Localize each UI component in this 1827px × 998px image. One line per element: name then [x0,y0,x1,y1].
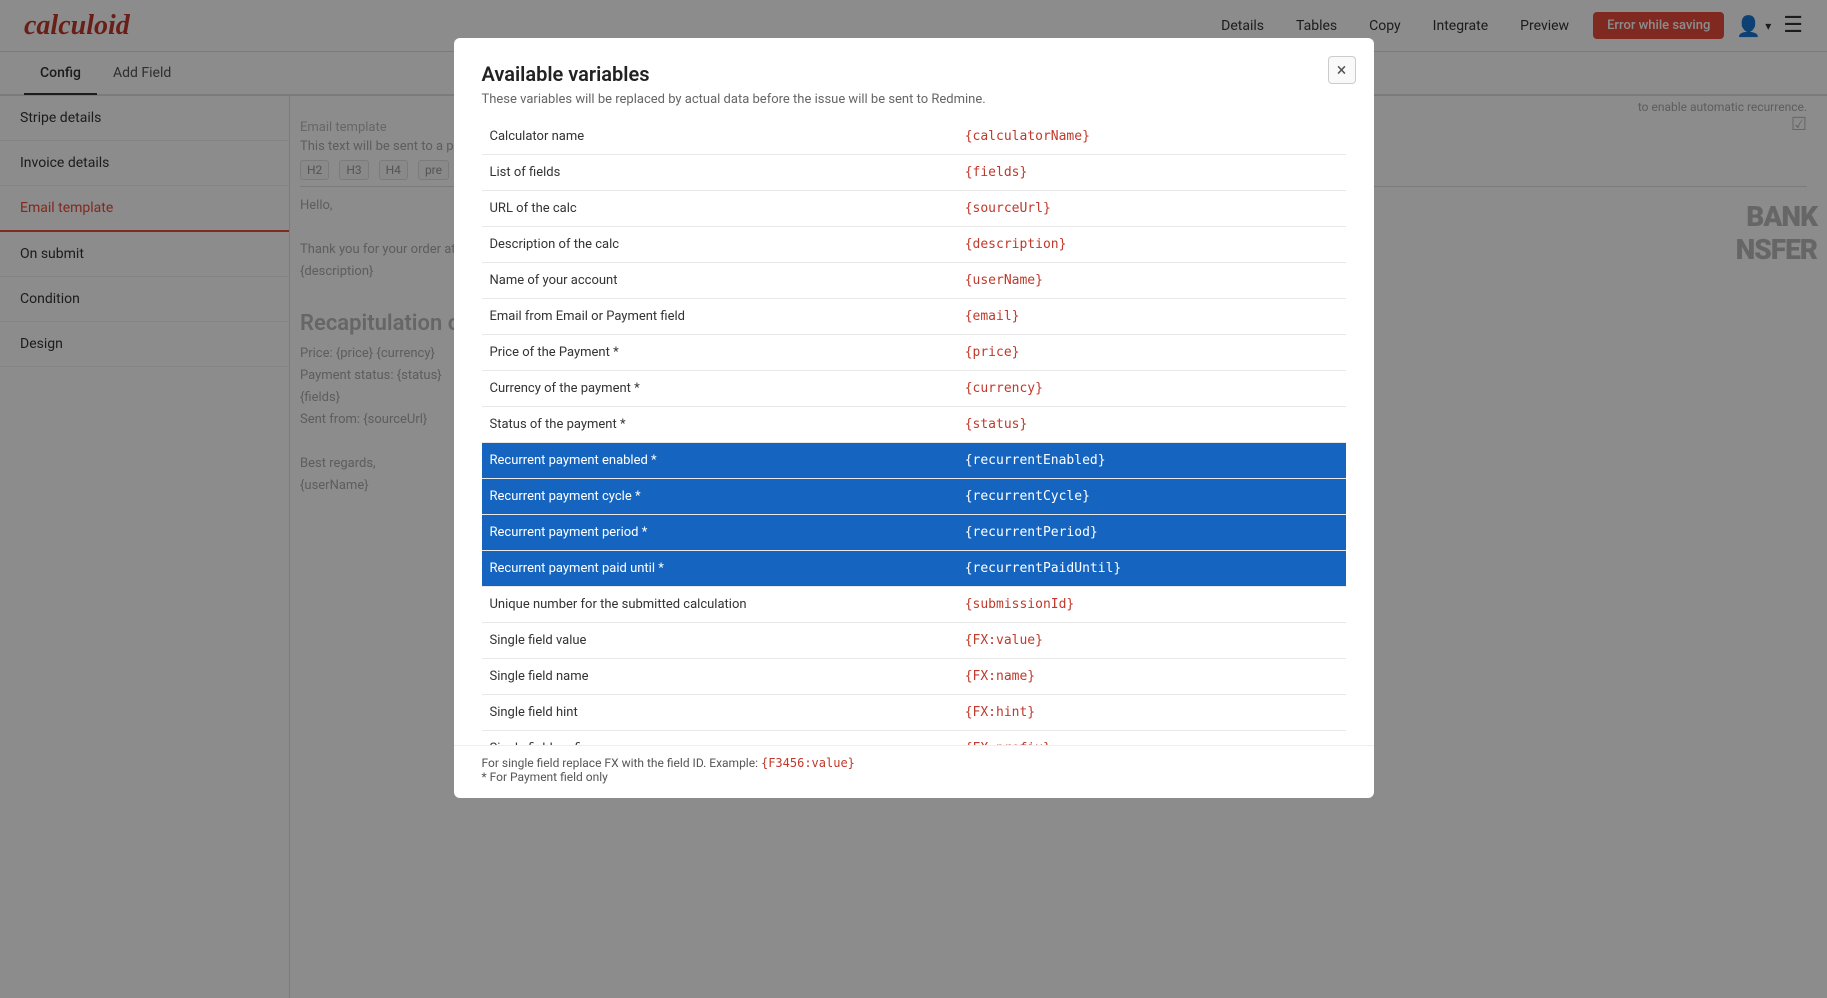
footer-line2: * For Payment field only [482,770,608,784]
variable-code: {recurrentPaidUntil} [957,551,1346,587]
variable-label: Recurrent payment period * [482,515,957,551]
available-variables-modal: Available variables These variables will… [454,38,1374,798]
variable-label: Description of the calc [482,227,957,263]
table-row: Single field prefix{FX:prefix} [482,731,1346,746]
variable-code: {userName} [957,263,1346,299]
variable-label: Email from Email or Payment field [482,299,957,335]
modal-subtitle: These variables will be replaced by actu… [482,92,1346,107]
variable-code: {currency} [957,371,1346,407]
table-row: Calculator name{calculatorName} [482,119,1346,155]
modal-header: Available variables These variables will… [454,38,1374,119]
variable-code: {fields} [957,155,1346,191]
variable-code: {FX:value} [957,623,1346,659]
variable-code: {price} [957,335,1346,371]
modal-body[interactable]: Calculator name{calculatorName}List of f… [454,119,1374,745]
table-row: Email from Email or Payment field{email} [482,299,1346,335]
table-row: Single field name{FX:name} [482,659,1346,695]
modal-close-button[interactable]: × [1328,56,1356,84]
variable-label: Price of the Payment * [482,335,957,371]
table-row: List of fields{fields} [482,155,1346,191]
table-row: Description of the calc{description} [482,227,1346,263]
table-row: Name of your account{userName} [482,263,1346,299]
variable-label: URL of the calc [482,191,957,227]
variable-code: {FX:name} [957,659,1346,695]
table-row: Recurrent payment enabled *{recurrentEna… [482,443,1346,479]
variables-table: Calculator name{calculatorName}List of f… [482,119,1346,745]
table-row: Single field hint{FX:hint} [482,695,1346,731]
variable-code: {FX:prefix} [957,731,1346,746]
variable-code: {FX:hint} [957,695,1346,731]
variable-code: {recurrentCycle} [957,479,1346,515]
variable-code: {recurrentPeriod} [957,515,1346,551]
variable-code: {submissionId} [957,587,1346,623]
footer-example: {F3456:value} [761,756,855,770]
table-row: Recurrent payment cycle *{recurrentCycle… [482,479,1346,515]
variable-label: Single field hint [482,695,957,731]
table-row: Single field value{FX:value} [482,623,1346,659]
variable-label: Currency of the payment * [482,371,957,407]
table-row: Unique number for the submitted calculat… [482,587,1346,623]
variable-label: Recurrent payment paid until * [482,551,957,587]
table-row: Price of the Payment *{price} [482,335,1346,371]
modal-title: Available variables [482,62,1346,86]
table-row: Recurrent payment period *{recurrentPeri… [482,515,1346,551]
table-row: Currency of the payment *{currency} [482,371,1346,407]
variable-label: List of fields [482,155,957,191]
variable-label: Calculator name [482,119,957,155]
variable-label: Single field prefix [482,731,957,746]
footer-line1: For single field replace FX with the fie… [482,756,759,770]
variable-label: Name of your account [482,263,957,299]
variable-label: Recurrent payment cycle * [482,479,957,515]
variable-label: Recurrent payment enabled * [482,443,957,479]
variable-code: {status} [957,407,1346,443]
variable-code: {calculatorName} [957,119,1346,155]
variable-label: Single field value [482,623,957,659]
table-row: URL of the calc{sourceUrl} [482,191,1346,227]
variable-code: {email} [957,299,1346,335]
variable-label: Single field name [482,659,957,695]
table-row: Recurrent payment paid until *{recurrent… [482,551,1346,587]
modal-footer: For single field replace FX with the fie… [454,745,1374,798]
variable-label: Unique number for the submitted calculat… [482,587,957,623]
variable-code: {description} [957,227,1346,263]
table-row: Status of the payment *{status} [482,407,1346,443]
variable-code: {sourceUrl} [957,191,1346,227]
variable-label: Status of the payment * [482,407,957,443]
variable-code: {recurrentEnabled} [957,443,1346,479]
